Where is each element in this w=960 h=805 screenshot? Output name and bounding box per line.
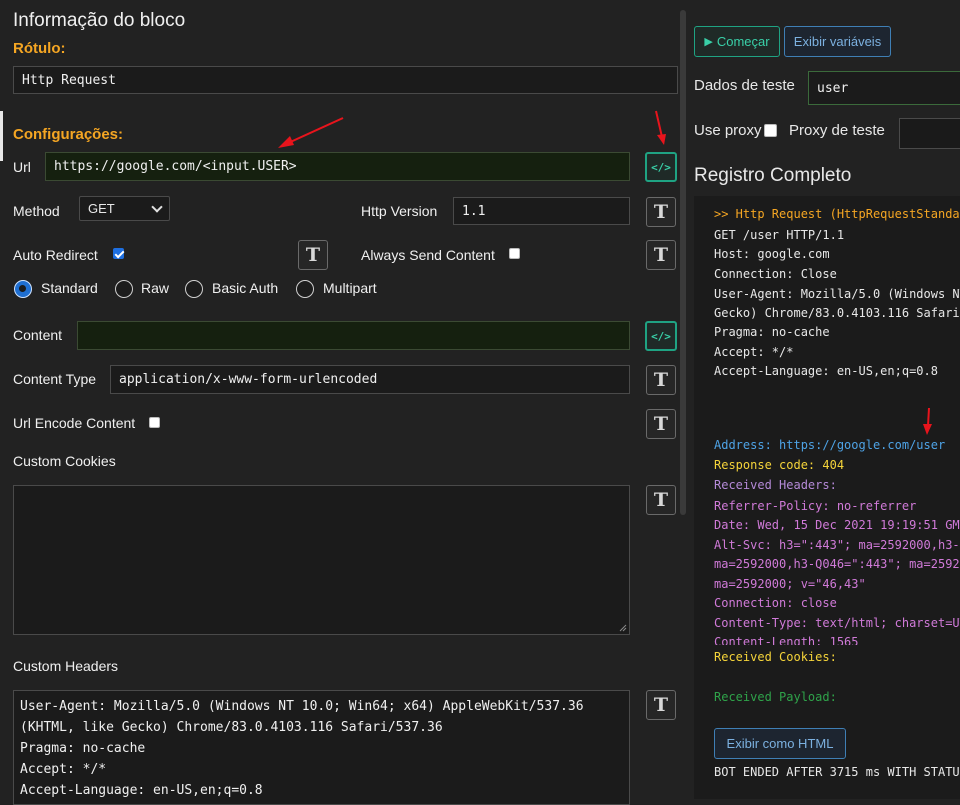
content-input[interactable] <box>77 321 630 350</box>
log-received-cookies: Received Cookies: <box>714 650 837 664</box>
custom-cookies-textarea[interactable] <box>13 485 630 635</box>
radio-raw-label: Raw <box>141 280 170 296</box>
radio-standard[interactable] <box>14 280 32 298</box>
annotation-arrow-url-icon <box>278 117 344 148</box>
resize-handle-icon[interactable] <box>619 624 627 632</box>
annotation-arrow-code-icon <box>655 110 666 145</box>
text-toggle-method-icon[interactable]: T <box>646 197 676 227</box>
text-toggle-content-type-icon[interactable]: T <box>646 365 676 395</box>
label-input[interactable]: Http Request <box>13 66 678 94</box>
log-header-line: Referrer-Policy: no-referrer <box>714 499 917 513</box>
log-request-line: GET /user HTTP/1.1 <box>714 228 845 242</box>
log-header-line: ma=2592000,h3-Q046=":443"; ma=25920 <box>714 557 960 571</box>
chevron-down-icon <box>151 200 163 213</box>
radio-standard-label: Standard <box>41 280 98 296</box>
auto-redirect-label: Auto Redirect <box>13 247 98 263</box>
annotation-arrow-address-icon <box>923 407 932 435</box>
content-label: Content <box>13 327 63 343</box>
url-encode-content-checkbox[interactable] <box>149 417 160 428</box>
log-request-line: Host: google.com <box>714 247 830 261</box>
url-encode-content-label: Url Encode Content <box>13 415 136 431</box>
http-version-input[interactable]: 1.1 <box>453 197 630 225</box>
custom-headers-label: Custom Headers <box>13 658 119 674</box>
log-received-payload: Received Payload: <box>714 690 837 704</box>
text-toggle-url-encode-icon[interactable]: T <box>646 409 676 439</box>
log-request-line: Accept-Language: en-US,en;q=0.8 <box>714 364 938 378</box>
show-variables-button[interactable]: Exibir variáveis <box>784 26 891 57</box>
show-as-html-button[interactable]: Exibir como HTML <box>714 728 846 759</box>
log-title: Registro Completo <box>694 165 852 186</box>
url-label: Url <box>13 159 31 175</box>
text-toggle-always-send-icon[interactable]: T <box>646 240 676 270</box>
header-line: Pragma: no-cache <box>20 741 146 756</box>
test-proxy-input[interactable] <box>899 118 960 149</box>
code-toggle-content-icon[interactable]: </> <box>645 321 677 351</box>
test-data-input[interactable]: user <box>808 71 960 105</box>
log-received-headers-label: Received Headers: <box>714 478 837 492</box>
url-input[interactable]: https://google.com/<input.USER> <box>45 152 630 181</box>
log-request-line: Accept: */* <box>714 345 794 359</box>
always-send-content-label: Always Send Content <box>361 247 495 263</box>
log-address: Address: https://google.com/user <box>714 438 946 452</box>
log-request-line: User-Agent: Mozilla/5.0 (Windows NT <box>714 287 960 301</box>
log-header-line: Alt-Svc: h3=":443"; ma=2592000,h3-2 <box>714 538 960 552</box>
text-toggle-auto-redirect-icon[interactable]: T <box>298 240 328 270</box>
code-toggle-url-icon[interactable]: </> <box>645 152 677 182</box>
log-header-line: Date: Wed, 15 Dec 2021 19:19:51 GMT <box>714 518 960 532</box>
use-proxy-label: Use proxy <box>694 122 762 139</box>
log-header-line: Content-Type: text/html; charset=UT <box>714 616 960 630</box>
header-line: Accept: */* <box>20 762 107 777</box>
log-header-line: ma=2592000; v="46,43" <box>714 577 866 591</box>
block-info-title: Informação do bloco <box>13 10 186 31</box>
text-toggle-cookies-icon[interactable]: T <box>646 485 676 515</box>
always-send-content-checkbox[interactable] <box>509 248 520 259</box>
left-panel-scrollbar[interactable] <box>680 10 686 515</box>
http-version-label: Http Version <box>361 203 438 219</box>
header-line: User-Agent: Mozilla/5.0 (Windows NT 10.0… <box>20 699 584 714</box>
settings-heading: Configurações: <box>13 126 124 143</box>
label-heading: Rótulo: <box>13 40 66 57</box>
header-line: (KHTML, like Gecko) Chrome/83.0.4103.116… <box>20 720 443 735</box>
method-select[interactable]: GET <box>79 196 170 221</box>
method-label: Method <box>13 203 60 219</box>
radio-raw[interactable] <box>115 280 133 298</box>
test-data-label: Dados de teste <box>694 77 795 94</box>
method-value: GET <box>88 201 115 216</box>
custom-cookies-label: Custom Cookies <box>13 453 116 469</box>
log-request-line: Gecko) Chrome/83.0.4103.116 Safari/ <box>714 306 960 320</box>
play-icon: ▶ <box>704 36 713 48</box>
content-type-label: Content Type <box>13 371 97 387</box>
content-type-input[interactable]: application/x-www-form-urlencoded <box>110 365 630 394</box>
test-proxy-label: Proxy de teste <box>789 122 885 139</box>
auto-redirect-checkbox[interactable] <box>113 248 124 259</box>
log-request-line: Pragma: no-cache <box>714 325 830 339</box>
custom-headers-content: User-Agent: Mozilla/5.0 (Windows NT 10.0… <box>20 696 584 801</box>
custom-headers-textarea[interactable]: User-Agent: Mozilla/5.0 (Windows NT 10.0… <box>13 690 630 805</box>
log-bot-ended: BOT ENDED AFTER 3715 ms WITH STATUS <box>714 765 960 779</box>
radio-basic-auth-label: Basic Auth <box>212 280 279 296</box>
start-button[interactable]: ▶ Começar <box>694 26 780 57</box>
log-response-code: Response code: 404 <box>714 458 845 472</box>
radio-multipart[interactable] <box>296 280 314 298</box>
use-proxy-checkbox[interactable] <box>764 124 777 137</box>
selection-indicator <box>0 111 3 161</box>
log-request-line: >> Http Request (HttpRequestStandar <box>714 207 960 221</box>
start-button-label: Começar <box>716 34 770 49</box>
text-toggle-headers-icon[interactable]: T <box>646 690 676 720</box>
log-header-line: Connection: close <box>714 596 837 610</box>
header-line: Accept-Language: en-US,en;q=0.8 <box>20 783 263 798</box>
log-clipped-line: Content-Length: 1565 <box>714 635 960 645</box>
log-request-line: Connection: Close <box>714 267 837 281</box>
radio-multipart-label: Multipart <box>323 280 377 296</box>
log-header-line: Content-Length: 1565 <box>714 635 859 645</box>
radio-basic-auth[interactable] <box>185 280 203 298</box>
